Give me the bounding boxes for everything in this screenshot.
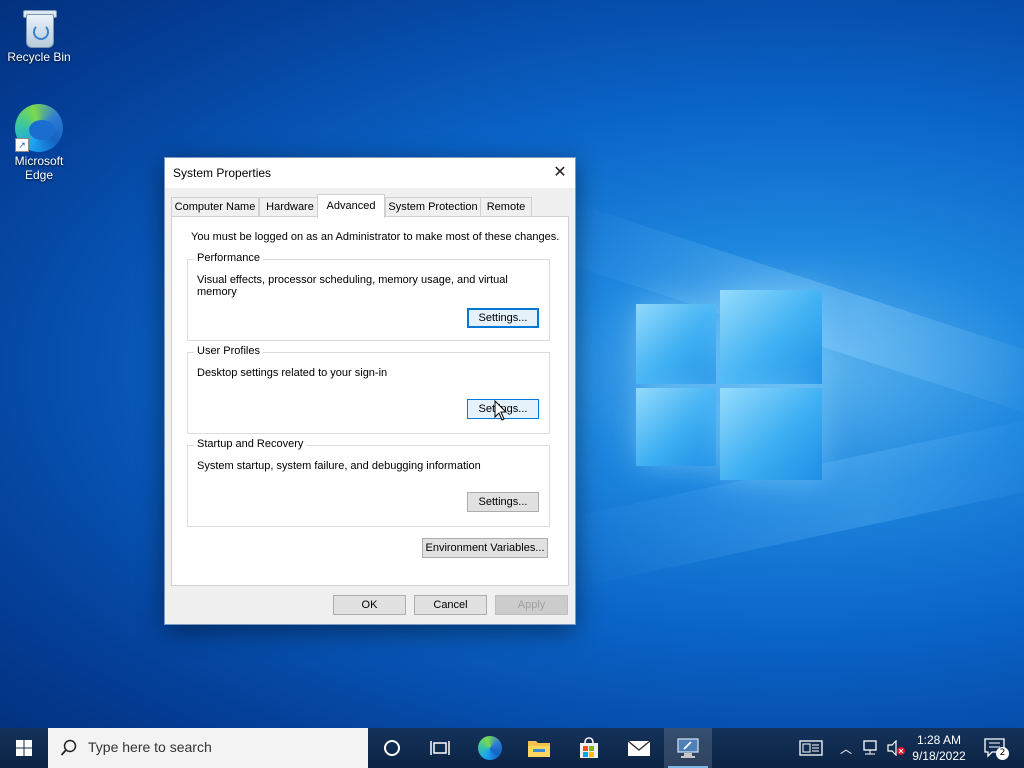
start-button[interactable] bbox=[0, 728, 48, 768]
group-description: Visual effects, processor scheduling, me… bbox=[197, 274, 508, 298]
search-icon bbox=[60, 739, 77, 756]
desktop-icon-recycle-bin[interactable]: Recycle Bin bbox=[1, 8, 77, 64]
group-startup-recovery: Startup and Recovery System startup, sys… bbox=[187, 438, 550, 527]
cortana-button[interactable] bbox=[370, 728, 414, 768]
edge-icon bbox=[478, 736, 502, 760]
system-properties-dialog: System Properties ✕ Computer Name Hardwa… bbox=[164, 157, 576, 625]
file-explorer-icon bbox=[528, 741, 550, 757]
mouse-cursor-icon bbox=[494, 400, 508, 421]
show-hidden-icons-button[interactable]: ︿ bbox=[836, 728, 856, 768]
volume-button[interactable] bbox=[884, 728, 908, 768]
news-icon bbox=[799, 740, 823, 756]
close-button[interactable]: ✕ bbox=[545, 158, 575, 188]
windows-logo-wallpaper bbox=[636, 290, 822, 480]
close-icon: ✕ bbox=[553, 162, 567, 181]
edge-icon: ↗ bbox=[15, 104, 63, 152]
notification-count-badge: 2 bbox=[996, 747, 1009, 760]
volume-muted-icon bbox=[887, 740, 905, 756]
admin-note: You must be logged on as an Administrato… bbox=[191, 231, 560, 243]
tab-advanced[interactable]: Advanced bbox=[317, 194, 385, 218]
mail-button[interactable] bbox=[616, 728, 662, 768]
tab-panel-advanced: You must be logged on as an Administrato… bbox=[171, 216, 569, 586]
group-description: System startup, system failure, and debu… bbox=[197, 460, 481, 472]
group-label: Startup and Recovery bbox=[194, 438, 307, 450]
performance-settings-button[interactable]: Settings... bbox=[467, 308, 539, 328]
tab-hardware[interactable]: Hardware bbox=[259, 197, 321, 217]
cortana-icon bbox=[384, 740, 400, 756]
notification-center-button[interactable]: 2 bbox=[978, 728, 1012, 768]
cancel-button[interactable]: Cancel bbox=[414, 595, 487, 615]
store-button[interactable] bbox=[566, 728, 612, 768]
windows-start-icon bbox=[16, 740, 32, 756]
network-button[interactable] bbox=[858, 728, 882, 768]
group-performance: Performance Visual effects, processor sc… bbox=[187, 252, 550, 341]
dialog-title: System Properties bbox=[173, 166, 272, 180]
news-widget-button[interactable] bbox=[794, 728, 828, 768]
dialog-titlebar[interactable]: System Properties ✕ bbox=[165, 158, 575, 188]
taskbar-edge-button[interactable] bbox=[468, 728, 512, 768]
tab-system-protection[interactable]: System Protection bbox=[385, 197, 481, 217]
search-placeholder: Type here to search bbox=[88, 739, 212, 755]
tab-computer-name[interactable]: Computer Name bbox=[171, 197, 259, 217]
mail-icon bbox=[627, 740, 651, 756]
task-view-icon bbox=[430, 741, 450, 755]
system-properties-taskbar-button[interactable] bbox=[664, 728, 712, 768]
group-description: Desktop settings related to your sign-in bbox=[197, 367, 388, 379]
task-view-button[interactable] bbox=[418, 728, 462, 768]
clock-date: 9/18/2022 bbox=[912, 749, 966, 763]
tab-remote[interactable]: Remote bbox=[480, 197, 532, 217]
desktop-icon-label: Microsoft Edge bbox=[14, 154, 64, 182]
group-label: User Profiles bbox=[194, 345, 263, 357]
chevron-up-icon: ︿ bbox=[839, 741, 852, 756]
shortcut-arrow-icon: ↗ bbox=[15, 138, 29, 152]
recycle-bin-icon bbox=[22, 8, 57, 48]
clock-button[interactable]: 1:28 AM 9/18/2022 bbox=[906, 728, 972, 768]
desktop-icon-label: Recycle Bin bbox=[7, 50, 71, 64]
startup-recovery-settings-button[interactable]: Settings... bbox=[467, 492, 539, 512]
store-icon bbox=[580, 737, 598, 758]
environment-variables-button[interactable]: Environment Variables... bbox=[422, 538, 548, 558]
system-properties-icon bbox=[677, 738, 699, 758]
group-label: Performance bbox=[194, 252, 263, 264]
file-explorer-button[interactable] bbox=[516, 728, 562, 768]
ok-button[interactable]: OK bbox=[333, 595, 406, 615]
taskbar-search-box[interactable]: Type here to search bbox=[48, 728, 368, 768]
network-icon bbox=[863, 740, 877, 755]
desktop-icon-edge[interactable]: ↗ Microsoft Edge bbox=[1, 104, 77, 182]
apply-button[interactable]: Apply bbox=[495, 595, 568, 615]
taskbar: Type here to search ︿ 1:28 AM 9/18/2022 … bbox=[0, 728, 1024, 768]
clock-time: 1:28 AM bbox=[916, 733, 962, 747]
